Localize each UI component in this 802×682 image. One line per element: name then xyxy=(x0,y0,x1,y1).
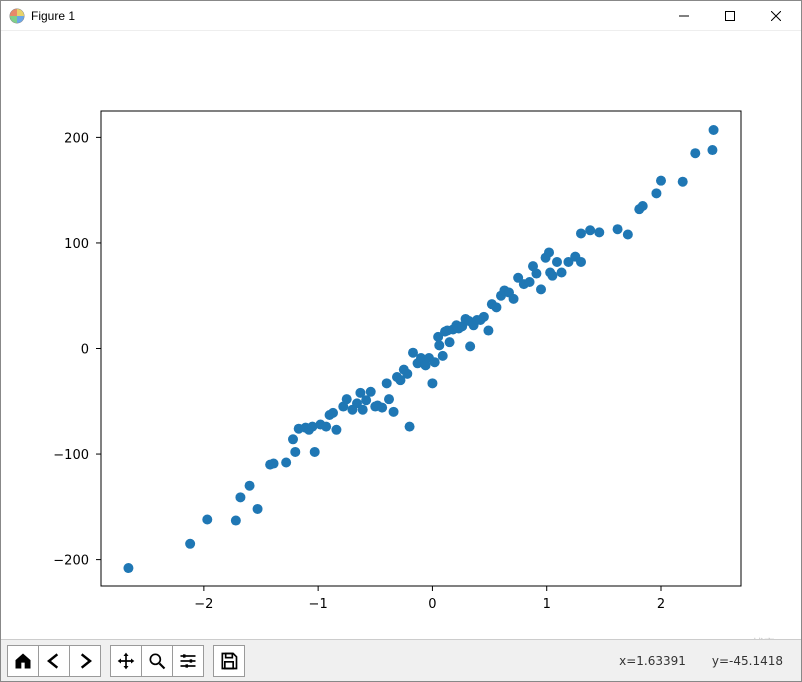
data-point xyxy=(707,145,717,155)
scatter-chart: −2 −1 0 1 2 −200 −100 0 100 200 xyxy=(1,31,801,639)
data-point xyxy=(361,395,371,405)
data-point xyxy=(483,326,493,336)
app-icon xyxy=(9,8,25,24)
cursor-x-readout: x=1.63391 xyxy=(619,654,686,668)
data-point xyxy=(445,337,455,347)
pan-button[interactable] xyxy=(110,645,142,677)
svg-text:−1: −1 xyxy=(309,597,328,612)
data-point xyxy=(231,516,241,526)
cursor-y-readout: y=-45.1418 xyxy=(712,654,783,668)
data-point xyxy=(235,492,245,502)
svg-text:−100: −100 xyxy=(53,448,89,463)
data-point xyxy=(623,230,633,240)
data-point xyxy=(288,434,298,444)
nav-toolbar: x=1.63391 y=-45.1418 xyxy=(1,639,801,681)
data-point xyxy=(328,408,338,418)
data-point xyxy=(678,177,688,187)
data-point xyxy=(402,369,412,379)
data-point xyxy=(321,422,331,432)
svg-text:2: 2 xyxy=(657,597,665,612)
data-point xyxy=(430,357,440,367)
data-point xyxy=(709,125,719,135)
data-point xyxy=(465,341,475,351)
data-point xyxy=(253,504,263,514)
window-title: Figure 1 xyxy=(31,9,75,23)
data-point xyxy=(405,422,415,432)
back-button[interactable] xyxy=(38,645,70,677)
data-point xyxy=(638,201,648,211)
data-point xyxy=(427,378,437,388)
data-point xyxy=(544,247,554,257)
data-point xyxy=(594,227,604,237)
data-point xyxy=(331,425,341,435)
data-point xyxy=(269,459,279,469)
data-point xyxy=(245,481,255,491)
data-point xyxy=(310,447,320,457)
data-point xyxy=(531,269,541,279)
svg-text:100: 100 xyxy=(64,237,89,252)
data-point xyxy=(290,447,300,457)
home-button[interactable] xyxy=(7,645,39,677)
data-point xyxy=(585,225,595,235)
svg-text:−200: −200 xyxy=(53,554,89,569)
data-point xyxy=(358,405,368,415)
data-point xyxy=(656,176,666,186)
forward-button[interactable] xyxy=(69,645,101,677)
svg-text:0: 0 xyxy=(81,343,89,358)
data-point xyxy=(547,271,557,281)
configure-button[interactable] xyxy=(172,645,204,677)
save-button[interactable] xyxy=(213,645,245,677)
data-point xyxy=(576,228,586,238)
data-point xyxy=(557,268,567,278)
window-close-button[interactable] xyxy=(753,1,799,31)
data-point xyxy=(651,188,661,198)
data-point xyxy=(384,394,394,404)
data-point xyxy=(202,515,212,525)
zoom-button[interactable] xyxy=(141,645,173,677)
data-point xyxy=(536,284,546,294)
svg-text:0: 0 xyxy=(428,597,436,612)
data-point xyxy=(438,351,448,361)
data-point xyxy=(491,302,501,312)
data-point xyxy=(613,224,623,234)
window-maximize-button[interactable] xyxy=(707,1,753,31)
data-point xyxy=(366,387,376,397)
svg-text:1: 1 xyxy=(543,597,551,612)
data-point xyxy=(552,257,562,267)
data-point xyxy=(123,563,133,573)
data-point xyxy=(690,148,700,158)
plot-area[interactable]: −2 −1 0 1 2 −200 −100 0 100 200 xyxy=(1,31,801,639)
data-point xyxy=(382,378,392,388)
data-point xyxy=(434,340,444,350)
svg-text:200: 200 xyxy=(64,131,89,146)
data-point xyxy=(342,394,352,404)
data-point xyxy=(576,257,586,267)
data-point xyxy=(525,277,535,287)
svg-text:−2: −2 xyxy=(194,597,213,612)
data-point xyxy=(281,458,291,468)
window-titlebar: Figure 1 xyxy=(1,1,801,31)
window-minimize-button[interactable] xyxy=(661,1,707,31)
data-point xyxy=(185,539,195,549)
data-point xyxy=(377,403,387,413)
data-point xyxy=(479,312,489,322)
data-point xyxy=(389,407,399,417)
data-point xyxy=(509,294,519,304)
